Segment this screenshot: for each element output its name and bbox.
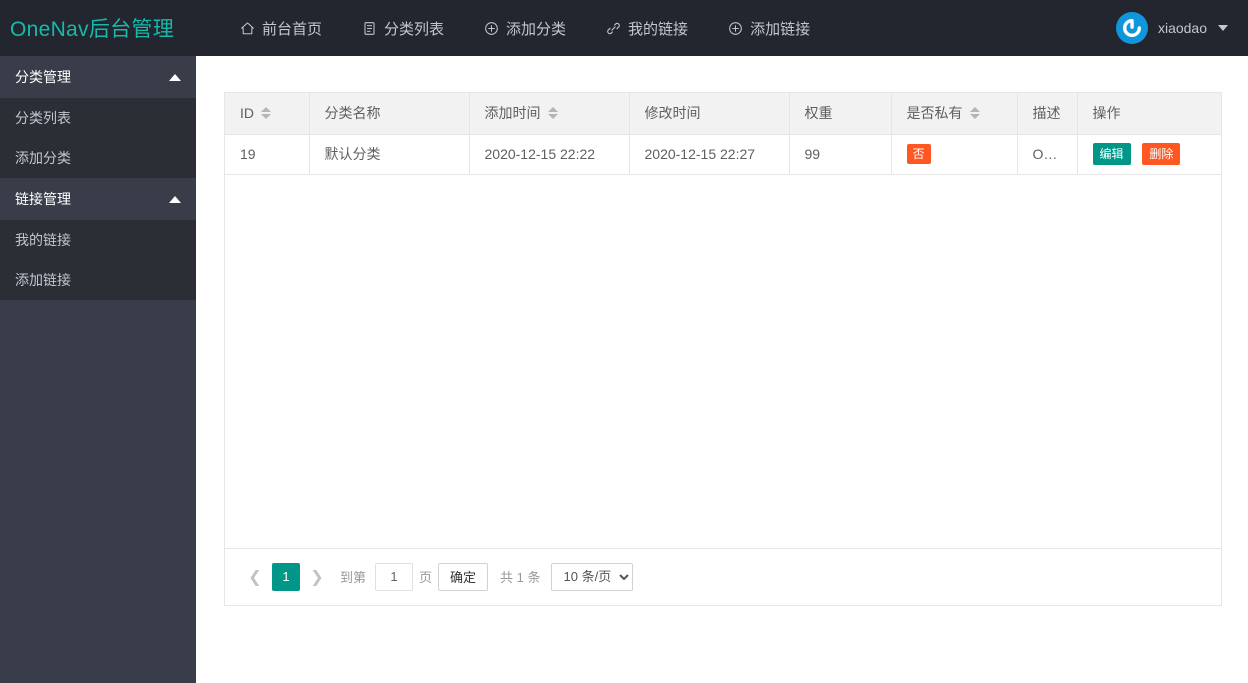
col-create-time: 添加时间 — [469, 93, 630, 135]
sidebar-item-add-link[interactable]: 添加链接 — [0, 260, 196, 300]
app-logo[interactable]: OneNav后台管理 — [0, 0, 196, 56]
sort-toggle-create-time[interactable] — [547, 107, 558, 120]
category-table: ID 分类名称 添加时间 修改时间 权重 是否私有 描述 操作 19 默认分类 … — [225, 93, 1221, 175]
nav-label: 分类列表 — [384, 20, 445, 38]
user-name: xiaodao — [1157, 20, 1207, 36]
nav-item-category-list[interactable]: 分类列表 — [342, 0, 464, 56]
sidebar-group-label: 分类管理 — [15, 69, 71, 85]
sidebar-item-label: 分类列表 — [15, 110, 71, 126]
caret-up-icon — [169, 74, 181, 81]
table-empty-area — [225, 174, 1221, 549]
nav-item-add-category[interactable]: 添加分类 — [464, 0, 586, 56]
chevron-left-icon[interactable]: ❮ — [241, 563, 269, 591]
page-size-select[interactable]: 10 条/页20 条/页30 条/页40 条/页50 条/页 — [550, 562, 633, 591]
caret-down-icon — [1218, 25, 1228, 31]
cell-weight: 99 — [789, 134, 892, 175]
sidebar-item-my-links[interactable]: 我的链接 — [0, 220, 196, 260]
nav-label: 我的链接 — [628, 20, 689, 38]
status-badge: 否 — [906, 144, 931, 164]
col-label: 权重 — [804, 105, 833, 122]
main-content: ID 分类名称 添加时间 修改时间 权重 是否私有 描述 操作 19 默认分类 … — [196, 56, 1248, 683]
cell-description: O… — [1017, 134, 1078, 175]
sidebar: 分类管理 分类列表 添加分类 链接管理 我的链接 添加链接 — [0, 56, 196, 683]
nav-label: 添加分类 — [506, 20, 567, 38]
sidebar-item-category-list[interactable]: 分类列表 — [0, 98, 196, 138]
sidebar-submenu-link: 我的链接 添加链接 — [0, 220, 196, 300]
sidebar-submenu-category: 分类列表 添加分类 — [0, 98, 196, 178]
col-label: 修改时间 — [644, 105, 701, 122]
cell-update-time: 2020-12-15 22:27 — [629, 134, 790, 175]
col-actions: 操作 — [1077, 93, 1221, 135]
edit-button[interactable]: 编辑 — [1092, 143, 1131, 165]
sidebar-group-label: 链接管理 — [15, 191, 71, 207]
home-icon — [240, 21, 255, 36]
page-number-1[interactable]: 1 — [272, 562, 300, 591]
sidebar-item-label: 我的链接 — [15, 232, 71, 248]
cell-actions: 编辑 删除 — [1077, 134, 1221, 175]
sort-toggle-private[interactable] — [969, 107, 980, 120]
confirm-button[interactable]: 确定 — [438, 562, 489, 591]
sidebar-item-add-category[interactable]: 添加分类 — [0, 138, 196, 178]
sidebar-group-category-management[interactable]: 分类管理 — [0, 56, 196, 98]
chevron-right-icon[interactable]: ❯ — [303, 563, 331, 591]
cell-create-time: 2020-12-15 22:22 — [469, 134, 630, 175]
nav-item-add-link[interactable]: 添加链接 — [708, 0, 830, 56]
goto-label: 到第 — [340, 570, 367, 585]
col-private: 是否私有 — [891, 93, 1018, 135]
delete-button[interactable]: 删除 — [1142, 143, 1181, 165]
sidebar-item-label: 添加分类 — [15, 150, 71, 166]
nav-item-my-links[interactable]: 我的链接 — [586, 0, 708, 56]
col-update-time: 修改时间 — [629, 93, 790, 135]
logo-text: OneNav后台管理 — [10, 18, 175, 41]
table-header: ID 分类名称 添加时间 修改时间 权重 是否私有 描述 操作 — [225, 93, 1221, 135]
page-unit-label: 页 — [419, 570, 433, 585]
category-table-card: ID 分类名称 添加时间 修改时间 权重 是否私有 描述 操作 19 默认分类 … — [224, 92, 1222, 606]
link-chain-icon — [606, 21, 621, 36]
avatar — [1115, 12, 1148, 44]
top-header: OneNav后台管理 前台首页 分类列表 添加分类 我的链接 添加链接 xiao… — [0, 0, 1248, 56]
cell-name: 默认分类 — [309, 134, 470, 175]
cell-id: 19 — [225, 134, 310, 175]
col-id: ID — [225, 93, 310, 135]
user-menu[interactable]: xiaodao — [1115, 0, 1232, 56]
col-name: 分类名称 — [309, 93, 470, 135]
col-label: 分类名称 — [324, 105, 381, 122]
user-logo-icon — [1118, 15, 1145, 41]
admin-page: OneNav后台管理 前台首页 分类列表 添加分类 我的链接 添加链接 xiao… — [0, 0, 1248, 683]
col-description: 描述 — [1017, 93, 1078, 135]
top-nav: 前台首页 分类列表 添加分类 我的链接 添加链接 — [220, 0, 830, 56]
sidebar-item-label: 添加链接 — [15, 272, 71, 288]
col-label: 描述 — [1032, 105, 1061, 122]
cell-private: 否 — [891, 134, 1018, 175]
caret-up-icon — [169, 196, 181, 203]
table-body: 19 默认分类 2020-12-15 22:22 2020-12-15 22:2… — [225, 134, 1221, 175]
plus-circle-icon — [728, 21, 743, 36]
total-count-label: 共 1 条 — [500, 570, 541, 585]
col-label: 添加时间 — [484, 105, 541, 122]
sort-toggle-id[interactable] — [261, 107, 271, 120]
nav-label: 添加链接 — [750, 20, 811, 38]
col-label: 是否私有 — [906, 105, 963, 122]
nav-item-frontend-home[interactable]: 前台首页 — [220, 0, 342, 56]
col-label: ID — [240, 105, 254, 122]
table-row: 19 默认分类 2020-12-15 22:22 2020-12-15 22:2… — [225, 134, 1221, 175]
table-header-row: ID 分类名称 添加时间 修改时间 权重 是否私有 描述 操作 — [225, 93, 1221, 135]
page-jump-input[interactable] — [375, 562, 414, 591]
col-label: 操作 — [1092, 105, 1121, 122]
list-document-icon — [362, 21, 377, 36]
plus-circle-icon — [484, 21, 499, 36]
nav-label: 前台首页 — [262, 20, 323, 38]
pagination: ❮ 1 ❯ 到第 页 确定 共 1 条 10 条/页20 条/页30 条/页40… — [225, 548, 1221, 605]
sidebar-group-link-management[interactable]: 链接管理 — [0, 178, 196, 220]
col-weight: 权重 — [789, 93, 892, 135]
